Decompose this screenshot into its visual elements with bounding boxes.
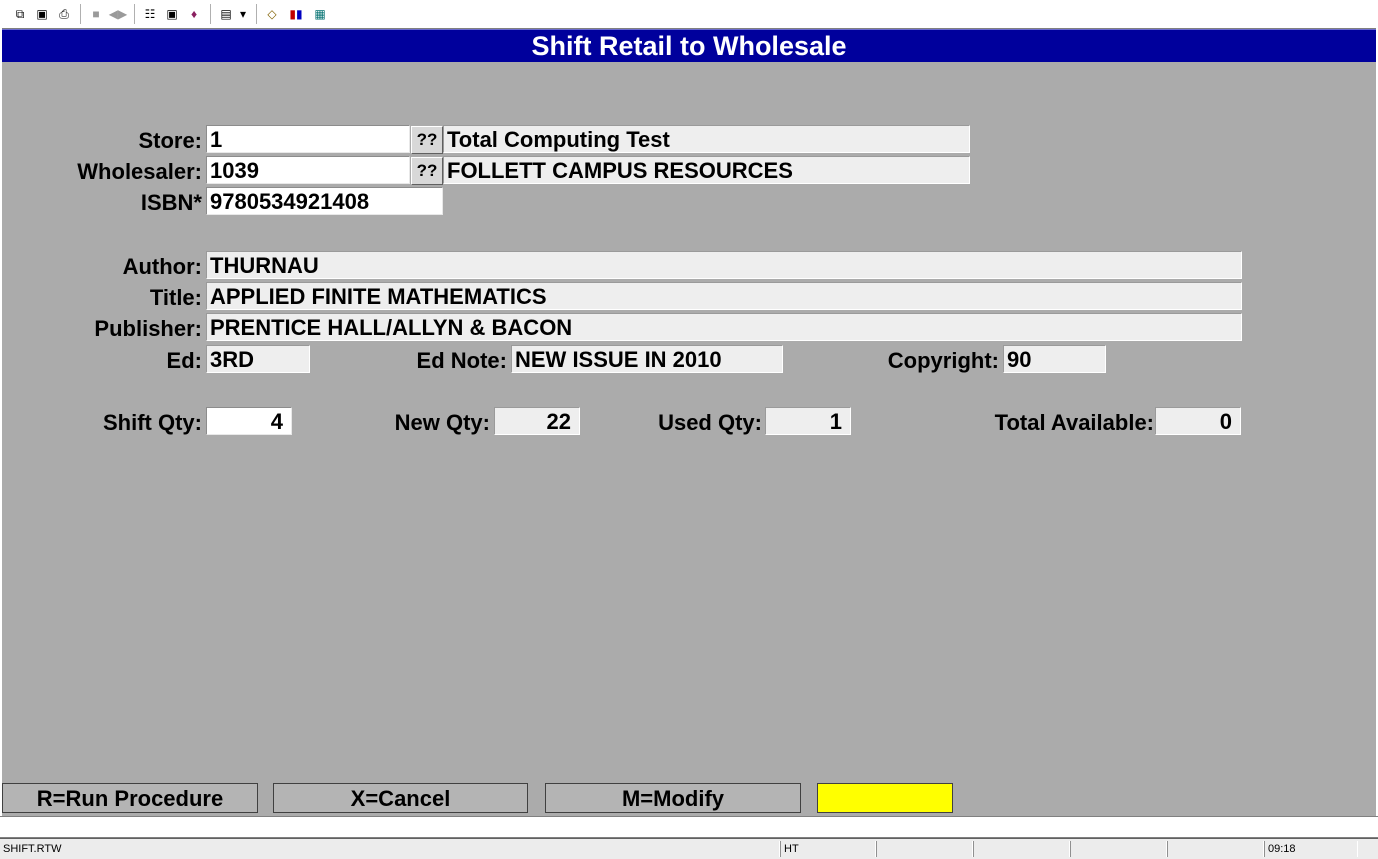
ed-field: 3RD — [206, 345, 310, 373]
title-label: Title: — [149, 285, 202, 310]
toolbar-separator — [134, 4, 135, 24]
monitor-icon[interactable]: ▣ — [162, 4, 182, 24]
calculator-icon[interactable]: ▦ — [310, 4, 330, 24]
highlight-indicator — [817, 783, 953, 813]
wholesaler-lookup-button[interactable]: ?? — [411, 157, 443, 185]
window-title: Shift Retail to Wholesale — [2, 29, 1376, 62]
save-icon[interactable]: ▣ — [32, 4, 52, 24]
new-qty-field: 22 — [494, 407, 580, 435]
publisher-label: Publisher: — [94, 316, 202, 341]
status-user: HT — [780, 841, 876, 857]
status-cell-empty — [973, 841, 1070, 857]
status-cell-empty — [876, 841, 973, 857]
copy-icon[interactable]: ⧉ — [10, 4, 30, 24]
publisher-field: PRENTICE HALL/ALLYN & BACON — [206, 313, 1242, 341]
used-qty-label: Used Qty: — [658, 410, 762, 435]
run-procedure-button[interactable]: R=Run Procedure — [2, 783, 258, 813]
ed-label: Ed: — [166, 348, 202, 373]
window-frame-left — [0, 28, 2, 816]
author-label: Author: — [122, 254, 202, 279]
isbn-field[interactable]: 9780534921408 — [206, 187, 443, 215]
total-available-field: 0 — [1155, 407, 1241, 435]
status-cell-empty — [1070, 841, 1167, 857]
toolbar: ⧉ ▣ ⎙ ■ ◀▶ ☷ ▣ ♦ ▤ ▾ ◇ ▮ ▮ ▦ — [0, 0, 1378, 29]
connections-icon[interactable]: ◇ — [262, 4, 282, 24]
store-field[interactable]: 1 — [206, 125, 410, 153]
document-icon[interactable]: ▤ — [216, 4, 236, 24]
print-icon[interactable]: ⎙ — [54, 4, 74, 24]
wholesaler-field[interactable]: 1039 — [206, 156, 410, 184]
used-qty-field: 1 — [765, 407, 851, 435]
bar-chart-icon[interactable]: ▮ ▮ — [286, 4, 306, 24]
properties-icon[interactable]: ☷ — [140, 4, 160, 24]
ed-note-field: NEW ISSUE IN 2010 — [511, 345, 783, 373]
copyright-field: 90 — [1003, 345, 1106, 373]
toolbar-separator — [80, 4, 81, 24]
ed-note-label: Ed Note: — [416, 348, 507, 373]
toolbar-separator — [210, 4, 211, 24]
book-icon[interactable]: ♦ — [184, 4, 204, 24]
shift-qty-label: Shift Qty: — [103, 410, 202, 435]
author-field: THURNAU — [206, 251, 1242, 279]
audio-icon[interactable]: ◀▶ — [108, 4, 128, 24]
wholesaler-description: FOLLETT CAMPUS RESOURCES — [443, 156, 970, 184]
cancel-button[interactable]: X=Cancel — [273, 783, 528, 813]
new-qty-label: New Qty: — [394, 410, 490, 435]
modify-button[interactable]: M=Modify — [545, 783, 801, 813]
store-label: Store: — [138, 128, 202, 153]
isbn-label: ISBN* — [140, 190, 202, 215]
lock-icon[interactable]: ■ — [86, 4, 106, 24]
status-time: 09:18 — [1264, 841, 1358, 857]
wholesaler-label: Wholesaler: — [77, 159, 202, 184]
status-program: SHIFT.RTW — [0, 841, 780, 857]
store-description: Total Computing Test — [443, 125, 970, 153]
store-lookup-button[interactable]: ?? — [411, 126, 443, 154]
copyright-label: Copyright: — [887, 348, 999, 373]
toolbar-separator — [256, 4, 257, 24]
dropdown-arrow-icon[interactable]: ▾ — [236, 4, 250, 24]
shift-qty-field[interactable]: 4 — [206, 407, 292, 435]
total-available-label: Total Available: — [994, 410, 1154, 435]
status-bar: SHIFT.RTW HT 09:18 — [0, 838, 1378, 859]
title-field: APPLIED FINITE MATHEMATICS — [206, 282, 1242, 310]
status-cell-empty — [1167, 841, 1264, 857]
message-bar — [0, 816, 1378, 838]
